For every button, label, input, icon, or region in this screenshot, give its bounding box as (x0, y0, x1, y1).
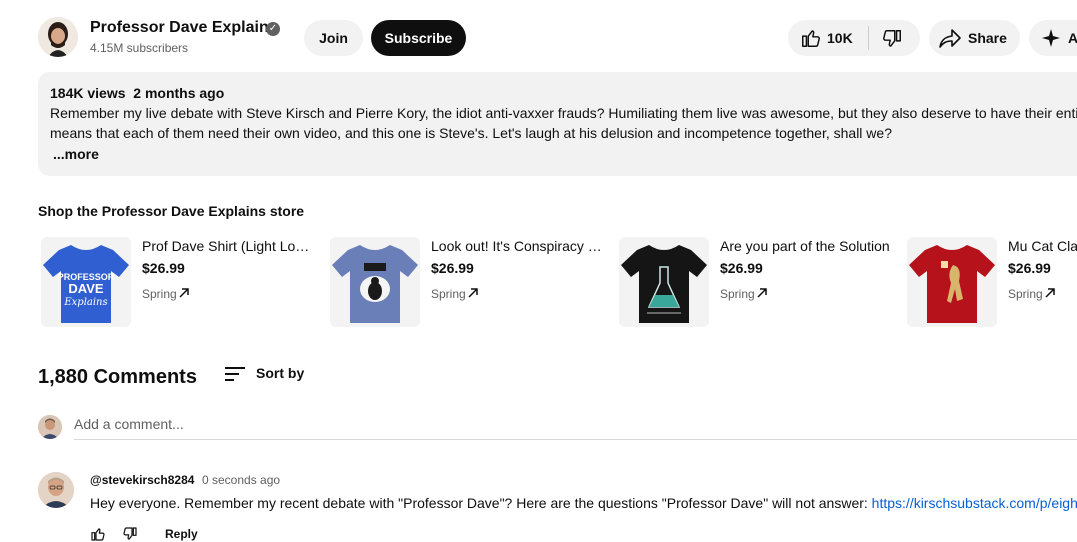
store-title: Shop the Professor Dave Explains store (38, 203, 305, 219)
comment-text: Hey everyone. Remember my recent debate … (90, 495, 1077, 511)
product-price: $26.99 (1008, 260, 1051, 276)
comment-thumbs-down-icon[interactable] (122, 526, 138, 542)
channel-avatar[interactable] (38, 17, 78, 57)
comment-link[interactable]: https://kirschsubstack.com/p/eight (872, 495, 1077, 511)
dislike-button[interactable] (869, 20, 920, 56)
sort-by-button[interactable]: Sort by (256, 365, 304, 381)
sparkle-icon (1042, 29, 1060, 47)
comment-time[interactable]: 0 seconds ago (202, 473, 280, 487)
product-card[interactable]: Mu Cat Classic $26.99 Spring (904, 237, 1077, 327)
product-image[interactable]: PROFESSOR DAVE Explains (41, 237, 131, 327)
product-price: $26.99 (142, 260, 185, 276)
ask-label: A (1068, 30, 1077, 46)
commenter-avatar[interactable] (38, 472, 74, 508)
product-name[interactable]: Mu Cat Classic (1008, 238, 1077, 254)
user-avatar[interactable] (38, 415, 62, 439)
description-line-1: Remember my live debate with Steve Kirsc… (50, 105, 1077, 121)
product-image[interactable] (619, 237, 709, 327)
comment-thumbs-up-icon[interactable] (90, 526, 106, 542)
view-count: 184K views (50, 85, 126, 101)
svg-text:Explains: Explains (63, 297, 107, 308)
tshirt-icon (909, 245, 995, 323)
share-arrow-icon (939, 29, 961, 48)
join-button[interactable]: Join (304, 20, 363, 56)
ask-button[interactable]: A (1029, 20, 1077, 56)
product-price: $26.99 (720, 260, 763, 276)
comments-count: 1,880 Comments (38, 366, 197, 388)
product-name[interactable]: Are you part of the Solution (720, 238, 892, 254)
description-box[interactable]: 184K views 2 months ago Remember my live… (38, 72, 1077, 176)
tshirt-icon: PROFESSOR DAVE Explains (43, 245, 129, 323)
external-link-icon (468, 288, 478, 298)
product-card[interactable]: Are you part of the Solution $26.99 Spri… (616, 237, 896, 327)
product-name[interactable]: Prof Dave Shirt (Light Logo) (142, 238, 314, 254)
subscriber-count: 4.15M subscribers (90, 41, 189, 55)
product-card[interactable]: Look out! It's Conspiracy Penguin $26.99… (327, 237, 607, 327)
share-label: Share (968, 30, 1007, 46)
product-name[interactable]: Look out! It's Conspiracy Penguin (431, 238, 603, 254)
like-count: 10K (827, 30, 853, 46)
product-card[interactable]: PROFESSOR DAVE Explains Prof Dave Shirt … (38, 237, 318, 327)
product-vendor: Spring (142, 287, 177, 301)
comment-body: Hey everyone. Remember my recent debate … (90, 495, 872, 511)
channel-name[interactable]: Professor Dave Explains (90, 19, 278, 37)
subscribe-button[interactable]: Subscribe (371, 20, 466, 56)
like-dislike-group: 10K (788, 20, 920, 56)
product-vendor: Spring (1008, 287, 1043, 301)
description-line-2: means that each of them need their own v… (50, 125, 892, 141)
tshirt-icon (621, 245, 707, 323)
external-link-icon (1045, 288, 1055, 298)
product-vendor: Spring (431, 287, 466, 301)
external-link-icon (757, 288, 767, 298)
verified-check-icon: ✓ (266, 22, 280, 36)
like-button[interactable]: 10K (788, 20, 868, 56)
product-image[interactable] (907, 237, 997, 327)
svg-text:DAVE: DAVE (68, 281, 103, 296)
product-image[interactable] (330, 237, 420, 327)
add-comment-input[interactable]: Add a comment... (74, 415, 1077, 440)
product-vendor: Spring (720, 287, 755, 301)
show-more-link[interactable]: ...more (53, 146, 99, 162)
tshirt-icon (332, 245, 418, 323)
upload-age: 2 months ago (133, 85, 225, 101)
comment-author[interactable]: @stevekirsch8284 (90, 473, 194, 487)
view-stats: 184K views 2 months ago (50, 85, 224, 101)
thumbs-up-icon (802, 30, 820, 47)
product-price: $26.99 (431, 260, 474, 276)
share-button[interactable]: Share (929, 20, 1020, 56)
external-link-icon (179, 288, 189, 298)
thumbs-down-icon (883, 30, 901, 47)
sort-icon[interactable] (224, 364, 246, 384)
